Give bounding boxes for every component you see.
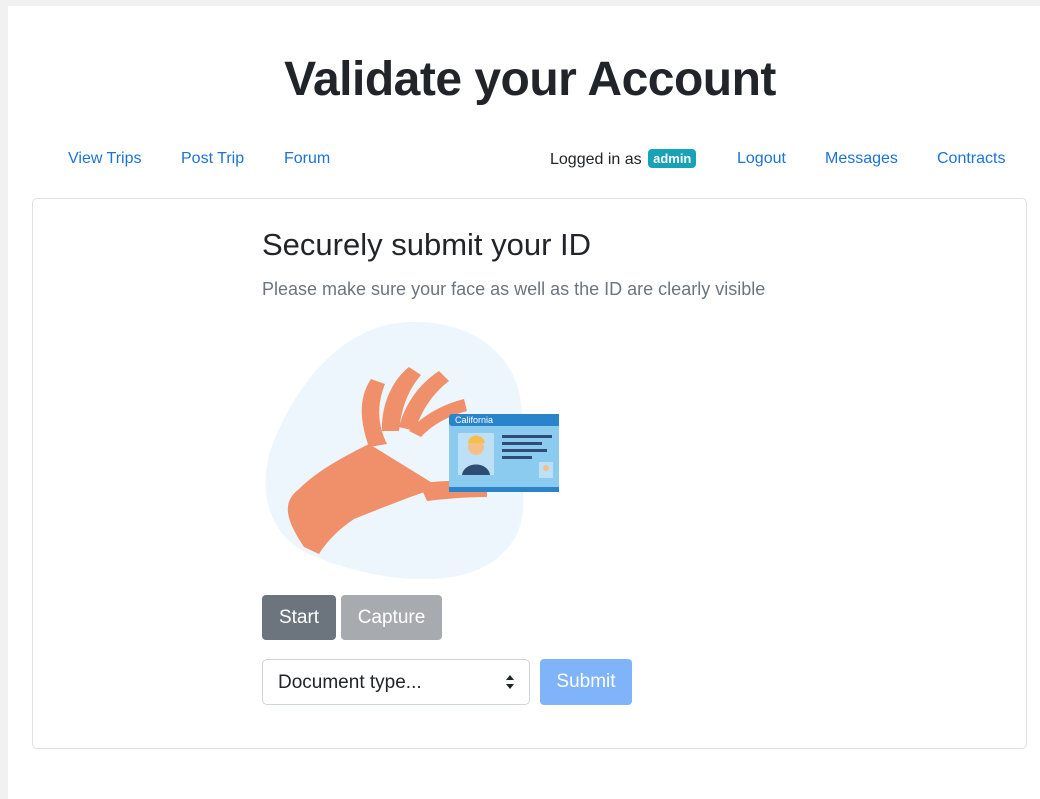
logged-in-status: Logged in as admin: [550, 149, 697, 169]
nav-forum[interactable]: Forum: [284, 150, 330, 168]
capture-button[interactable]: Capture: [341, 595, 442, 640]
hand-holding-id-illustration: California: [265, 321, 559, 579]
document-type-selected: Document type...: [278, 672, 422, 693]
page-edge-left: [0, 0, 8, 799]
card-subtitle: Please make sure your face as well as th…: [262, 279, 766, 299]
card-title: Securely submit your ID: [262, 227, 592, 262]
select-updown-icon: [506, 675, 514, 689]
page-title: Validate your Account: [284, 53, 776, 106]
id-card-icon: California: [449, 414, 559, 492]
nav-post-trip[interactable]: Post Trip: [181, 150, 244, 168]
nav-view-trips[interactable]: View Trips: [68, 150, 142, 168]
page-edge-top: [0, 0, 1040, 6]
nav-logout[interactable]: Logout: [737, 150, 786, 168]
id-card-state-text: California: [455, 415, 493, 425]
nav-contracts[interactable]: Contracts: [937, 150, 1005, 168]
submit-button[interactable]: Submit: [540, 659, 632, 705]
nav-messages[interactable]: Messages: [825, 150, 898, 168]
username-badge: admin: [648, 149, 697, 168]
top-nav: View Trips Post Trip Forum Logged in as …: [0, 148, 1040, 172]
logged-in-label: Logged in as: [550, 151, 642, 168]
start-button[interactable]: Start: [262, 595, 336, 640]
id-submission-card: Securely submit your ID Please make sure…: [32, 198, 1027, 749]
document-type-select[interactable]: Document type...: [262, 659, 530, 705]
